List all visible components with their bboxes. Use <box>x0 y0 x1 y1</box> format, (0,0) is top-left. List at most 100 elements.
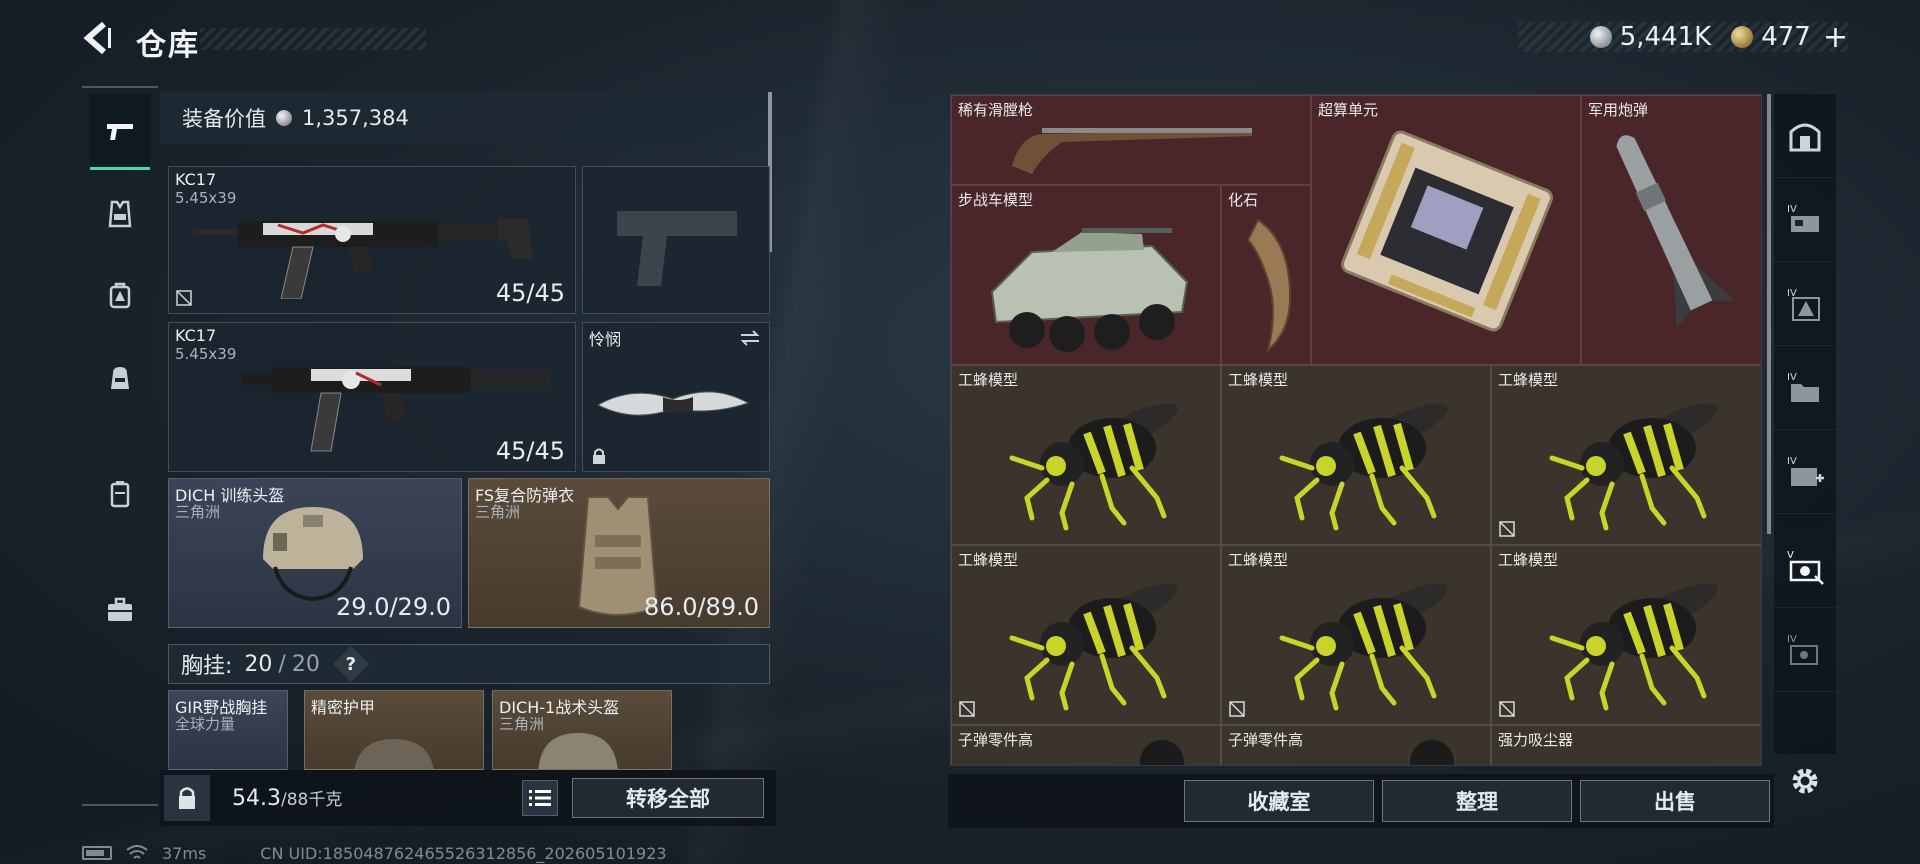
settings-gear-icon[interactable] <box>1788 764 1822 798</box>
equipment-value-header: 装备价值 1,357,384 <box>160 92 770 144</box>
vest-icon <box>108 200 132 228</box>
nav-tier-medkit[interactable]: IV <box>1774 430 1836 514</box>
item-military-shell[interactable]: 军用炮弹 <box>1581 95 1761 365</box>
no-insure-icon <box>959 701 975 717</box>
armor-plate-image <box>354 739 434 769</box>
nav-safehouse[interactable] <box>1774 94 1836 178</box>
lock-icon <box>179 787 195 809</box>
equipment-panel: 装备价值 1,357,384 KC17 5.45x39 45/45 KC17 5… <box>160 92 776 832</box>
armor-brand: 三角洲 <box>475 503 521 521</box>
nav-tier-box[interactable]: IV <box>1774 178 1836 262</box>
melee-slot[interactable]: 怜悯 <box>582 322 770 472</box>
item-worker-bee-4[interactable]: 工蜂模型 <box>951 545 1221 725</box>
nav-tier-folder[interactable]: IV <box>1774 346 1836 430</box>
item-ifv-model[interactable]: 步战车模型 <box>951 185 1221 365</box>
item-worker-bee-6[interactable]: 工蜂模型 <box>1491 545 1761 725</box>
transfer-all-button[interactable]: 转移全部 <box>572 778 764 818</box>
tier-label: IV <box>1787 456 1797 467</box>
collection-room-button[interactable]: 收藏室 <box>1184 780 1374 822</box>
tier-label: V <box>1787 550 1794 561</box>
item-name: 军用炮弹 <box>1588 101 1649 119</box>
item-name: 工蜂模型 <box>1498 551 1559 569</box>
back-arrow-icon <box>83 21 111 55</box>
primary-weapon-slot-1[interactable]: KC17 5.45x39 45/45 <box>168 166 576 314</box>
sort-button[interactable]: 整理 <box>1382 780 1572 822</box>
item-name: 工蜂模型 <box>958 371 1019 389</box>
collection-scrollbar[interactable] <box>1767 94 1771 534</box>
battery-icon <box>82 846 112 860</box>
nav-tier-search[interactable]: IV <box>1774 608 1836 692</box>
nav-pouch[interactable] <box>90 340 150 416</box>
chest-rig-bar: 胸挂: 20/20 ? <box>168 644 770 684</box>
fossil-claw-image <box>1246 218 1292 353</box>
item-name: 超算单元 <box>1318 101 1379 119</box>
gold-coin-icon <box>1731 26 1754 48</box>
item-name: 工蜂模型 <box>1228 551 1289 569</box>
list-view-button[interactable] <box>522 780 558 816</box>
armor-slot[interactable]: FS复合防弹衣 三角洲 86.0/89.0 <box>468 478 770 628</box>
helmet-image <box>263 507 363 602</box>
case-icon <box>110 481 130 508</box>
tier-iv-search-icon: IV <box>1787 634 1818 665</box>
nav-armor[interactable] <box>90 176 150 252</box>
item-worker-bee-2[interactable]: 工蜂模型 <box>1221 365 1491 545</box>
rig-item-2[interactable]: 精密护甲 <box>304 690 484 770</box>
pistol-placeholder-icon <box>617 211 737 286</box>
tier-iv-box-icon: IV <box>1787 204 1819 232</box>
add-currency-button[interactable]: + <box>1823 20 1848 55</box>
sell-button[interactable]: 出售 <box>1580 780 1770 822</box>
rig-item-3[interactable]: DICH-1战术头盔 三角洲 <box>492 690 672 770</box>
no-insure-icon <box>1499 701 1515 717</box>
back-button[interactable] <box>80 18 120 58</box>
item-vacuum[interactable]: 强力吸尘器 <box>1491 725 1761 765</box>
item-worker-bee-3[interactable]: 工蜂模型 <box>1491 365 1761 545</box>
rig-item-name: 精密护甲 <box>311 698 376 717</box>
nav-tier-triangle[interactable]: IV <box>1774 262 1836 346</box>
item-name: 子弹零件高 <box>1228 731 1304 749</box>
user-uid: CN UID:185048762465526312856_20260510192… <box>260 843 667 863</box>
nav-backpack-lock[interactable] <box>90 258 150 334</box>
helmet-durability: 29.0/29.0 <box>336 593 451 621</box>
helmet-brand: 三角洲 <box>175 503 221 521</box>
worker-bee-drone-image <box>1279 403 1448 531</box>
equipment-value: 1,357,384 <box>302 106 409 130</box>
item-name: 强力吸尘器 <box>1498 731 1574 749</box>
nav-tier-collection[interactable]: V <box>1774 524 1836 608</box>
inventory-footer: 54.3/88千克 转移全部 <box>160 770 776 826</box>
helmet-slot[interactable]: DICH 训练头盔 三角洲 29.0/29.0 <box>168 478 462 628</box>
item-worker-bee-1[interactable]: 工蜂模型 <box>951 365 1221 545</box>
ammo-parts-image <box>1140 740 1184 765</box>
toolbox-icon <box>108 597 132 621</box>
tier-iv-triangle-icon: IV <box>1787 288 1820 321</box>
item-ammo-parts-1[interactable]: 子弹零件高 <box>951 725 1221 765</box>
rig-capacity: 20 <box>291 651 320 677</box>
rig-item-brand: 全球力量 <box>175 715 236 733</box>
page-title: 仓库 <box>136 28 200 63</box>
left-nav <box>82 86 158 806</box>
item-name: 步战车模型 <box>958 191 1034 209</box>
silver-coin-icon <box>1589 26 1612 48</box>
item-supercomputer-unit[interactable]: 超算单元 <box>1311 95 1581 365</box>
ping: 37ms <box>162 843 207 863</box>
lock-button[interactable] <box>164 775 210 821</box>
item-ammo-parts-2[interactable]: 子弹零件高 <box>1221 725 1491 765</box>
worker-bee-drone-image <box>1549 403 1718 531</box>
pistol-slot[interactable] <box>582 166 770 314</box>
primary-weapon-slot-2[interactable]: KC17 5.45x39 45/45 <box>168 322 576 472</box>
nav-toolbox[interactable] <box>90 572 150 648</box>
rig-help-button[interactable]: ? <box>332 645 370 683</box>
nav-weapons[interactable] <box>90 94 150 170</box>
silver-amount: 5,441K <box>1619 22 1712 52</box>
item-rare-musket[interactable]: 稀有滑膛枪 <box>951 95 1311 185</box>
weapon-ammo: 45/45 <box>495 279 565 307</box>
karambit-knife-image <box>596 391 750 416</box>
swap-icon[interactable] <box>739 329 761 347</box>
ifv-model-image <box>990 228 1189 352</box>
nav-case[interactable] <box>90 456 150 532</box>
item-worker-bee-5[interactable]: 工蜂模型 <box>1221 545 1491 725</box>
rig-item-1[interactable]: GIR野战胸挂 全球力量 <box>168 690 288 770</box>
tactical-helmet-image <box>538 733 618 769</box>
rig-label: 胸挂: <box>181 654 233 679</box>
item-fossil[interactable]: 化石 <box>1221 185 1311 365</box>
worker-bee-drone-image <box>1279 583 1448 711</box>
